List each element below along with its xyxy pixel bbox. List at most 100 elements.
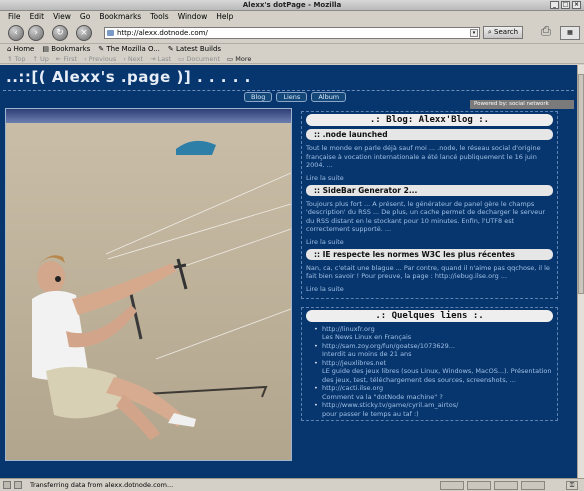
print-icon[interactable]: ⎙	[536, 24, 556, 42]
stop-icon[interactable]: ×	[76, 25, 92, 41]
reload-icon[interactable]: ↻	[52, 25, 68, 41]
tab-liens[interactable]: Liens	[276, 92, 308, 102]
vertical-scrollbar[interactable]	[577, 65, 584, 478]
bookmark-home-label: Home	[13, 45, 35, 53]
site-tabs: Blog Liens Album	[244, 92, 347, 102]
link-url[interactable]: http://www.sticky.tv/game/cyril.am_airto…	[322, 401, 458, 409]
blog-post: :: SideBar Generator 2... Toujours plus …	[306, 184, 553, 246]
folder-icon: ▤	[42, 45, 52, 53]
sitenav-last-label: Last	[157, 55, 172, 63]
status-icons	[3, 481, 22, 489]
menu-bookmarks[interactable]: Bookmarks	[99, 11, 141, 22]
sitenav-first[interactable]: ⇤ First	[56, 54, 77, 63]
bookmark-bookmarks-label: Bookmarks	[51, 45, 91, 53]
link-url[interactable]: http://sam.zoy.org/fun/goatse/1073629...	[322, 342, 455, 350]
site-title: ..::[( Alexx's .page )] . . . . .	[6, 68, 251, 86]
progress-cell	[440, 481, 464, 490]
list-item: http://www.sticky.tv/game/cyril.am_airto…	[314, 401, 553, 418]
link-description: LE guide des jeux libres (sous Linux, Wi…	[322, 367, 552, 384]
bookmark-mozilla[interactable]: ✎ The Mozilla O...	[98, 44, 160, 54]
menu-edit[interactable]: Edit	[30, 11, 45, 22]
post-body: Toujours plus fort ... A présent, le gén…	[306, 199, 546, 234]
link-url[interactable]: http://linuxfr.org	[322, 325, 375, 333]
link-url[interactable]: http://cacti.ilse.org	[322, 384, 383, 392]
sitenav-more[interactable]: ▭ More	[227, 54, 251, 63]
window-controls: _ □ ×	[550, 1, 581, 9]
sitenav-document[interactable]: ▭ Document	[178, 54, 220, 63]
bookmark-icon: ✎	[167, 45, 176, 53]
url-bar[interactable]: http://alexx.dotnode.com/ ▾	[104, 27, 480, 39]
forward-icon[interactable]: ›	[28, 25, 44, 41]
bookmark-home[interactable]: ⌂ Home	[7, 44, 34, 54]
progress-cell	[494, 481, 518, 490]
tab-blog[interactable]: Blog	[244, 92, 273, 102]
links-heading: .: Quelques liens :.	[306, 309, 553, 322]
sitenav-previous-label: Previous	[88, 55, 117, 63]
read-more-link[interactable]: Lire la suite	[306, 238, 553, 246]
sitenav-document-label: Document	[186, 55, 221, 63]
title-divider	[3, 90, 574, 91]
list-item: http://sam.zoy.org/fun/goatse/1073629...…	[314, 342, 553, 359]
bookmark-latest-builds-label: Latest Builds	[175, 45, 222, 53]
post-body: Nan, ca, c'etait une blague ... Par cont…	[306, 263, 550, 281]
throbber-icon: ▦	[560, 26, 580, 40]
menu-bar: File Edit View Go Bookmarks Tools Window…	[0, 11, 584, 22]
menu-window[interactable]: Window	[178, 11, 208, 22]
back-icon[interactable]: ‹	[8, 25, 24, 41]
sitenav-last[interactable]: ⇥ Last	[150, 54, 171, 63]
link-url[interactable]: http://jeuxlibres.net	[322, 359, 386, 367]
menu-view[interactable]: View	[53, 11, 71, 22]
powered-by-badge[interactable]: Powered by: social network	[470, 100, 574, 109]
list-item: http://linuxfr.org Les News Linux en Fra…	[314, 325, 553, 342]
blog-post: :: IE respecte les normes W3C les plus r…	[306, 248, 553, 293]
bookmark-mozilla-label: The Mozilla O...	[106, 45, 160, 53]
security-lock-icon[interactable]: ⚿	[566, 481, 578, 490]
sitenav-up[interactable]: ↑ Up	[32, 54, 48, 63]
read-more-link[interactable]: Lire la suite	[306, 285, 553, 293]
menu-help[interactable]: Help	[216, 11, 233, 22]
links-list: http://linuxfr.org Les News Linux en Fra…	[306, 325, 553, 419]
sitenav-previous[interactable]: ‹ Previous	[84, 54, 116, 63]
scrollbar-thumb[interactable]	[578, 74, 584, 294]
status-text: Transferring data from alexx.dotnode.com…	[30, 481, 174, 489]
post-title[interactable]: :: IE respecte les normes W3C les plus r…	[306, 248, 553, 260]
blog-box: .: Blog: Alexx'Blog :. :: .node launched…	[301, 111, 558, 299]
bookmark-latest-builds[interactable]: ✎ Latest Builds	[168, 44, 221, 54]
site-navigation-bar: ⇑ Top ↑ Up ⇤ First ‹ Previous › Next ⇥ L…	[0, 54, 584, 64]
minimize-icon[interactable]: _	[550, 1, 559, 9]
status-bar: Transferring data from alexx.dotnode.com…	[0, 478, 584, 491]
close-icon[interactable]: ×	[572, 1, 581, 9]
bookmark-bookmarks[interactable]: ▤ Bookmarks	[42, 44, 90, 54]
sitenav-next[interactable]: › Next	[123, 54, 143, 63]
url-text: http://alexx.dotnode.com/	[117, 29, 208, 37]
navigation-toolbar: ‹ › ↻ × http://alexx.dotnode.com/ ▾ ⌕ Se…	[0, 22, 584, 44]
home-icon: ⌂	[7, 45, 14, 53]
search-button[interactable]: ⌕ Search	[483, 26, 523, 39]
post-title[interactable]: :: SideBar Generator 2...	[306, 184, 553, 196]
list-item: http://cacti.ilse.org Comment va la "dot…	[314, 384, 553, 401]
blog-post: :: .node launched Tout le monde en parle…	[306, 129, 553, 182]
kite-surfer-photo	[6, 109, 291, 460]
sitenav-top[interactable]: ⇑ Top	[7, 54, 25, 63]
post-title[interactable]: :: .node launched	[306, 129, 553, 140]
window-title: Alexx's dotPage - Mozilla	[242, 1, 342, 9]
navigator-icon[interactable]	[3, 481, 11, 489]
mail-icon[interactable]	[14, 481, 22, 489]
tab-album[interactable]: Album	[311, 92, 347, 102]
link-description: Interdit au moins de 21 ans	[322, 350, 412, 358]
post-body: Tout le monde en parle déjà sauf moi ...…	[306, 144, 541, 169]
page-viewport[interactable]: ..::[( Alexx's .page )] . . . . . Blog L…	[0, 65, 577, 478]
right-column: .: Blog: Alexx'Blog :. :: .node launched…	[301, 111, 558, 421]
menu-tools[interactable]: Tools	[150, 11, 168, 22]
maximize-icon[interactable]: □	[561, 1, 570, 9]
list-item: http://jeuxlibres.net LE guide des jeux …	[314, 359, 553, 385]
progress-cell	[521, 481, 545, 490]
menu-go[interactable]: Go	[80, 11, 90, 22]
blog-heading: .: Blog: Alexx'Blog :.	[306, 114, 553, 126]
menu-file[interactable]: File	[8, 11, 21, 22]
sitenav-up-label: Up	[40, 55, 49, 63]
search-icon: ⌕	[487, 28, 492, 36]
link-description: pour passer le temps au taf :)	[322, 409, 419, 418]
url-dropdown-icon[interactable]: ▾	[470, 29, 478, 37]
read-more-link[interactable]: Lire la suite	[306, 174, 553, 182]
